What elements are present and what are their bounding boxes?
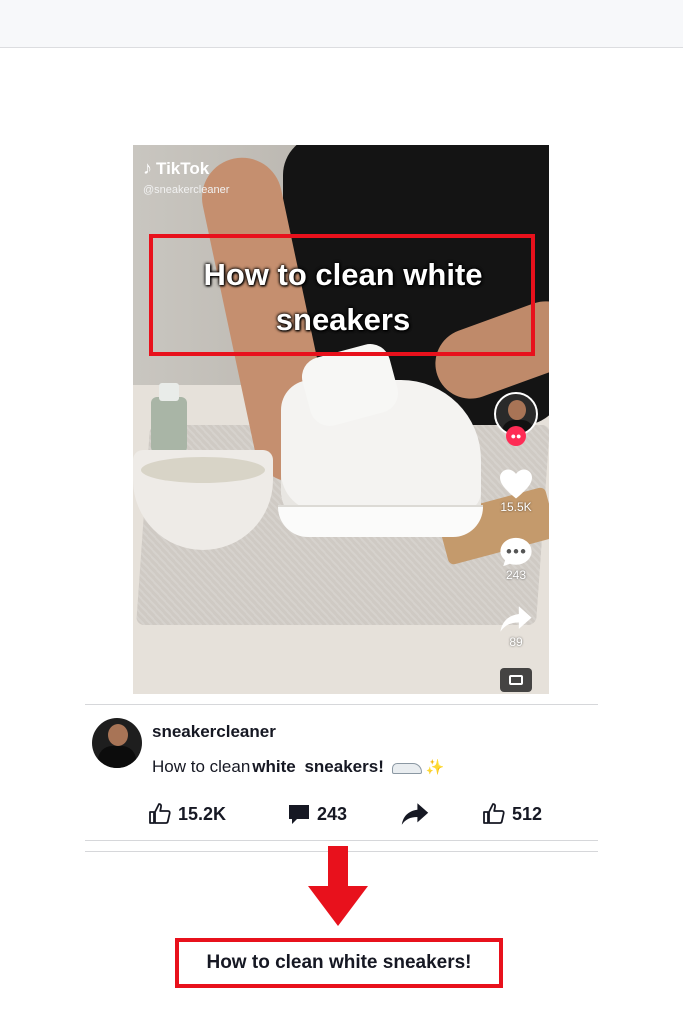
side-share-button[interactable]: 89 (491, 603, 541, 649)
post-extra-button[interactable]: 512 (482, 802, 542, 826)
share-arrow-icon (401, 803, 429, 825)
result-highlight-box: How to clean white sneakers! (175, 938, 503, 988)
post-like-count: 15.2K (178, 803, 227, 824)
side-like-button[interactable]: 15.5K (491, 468, 541, 514)
divider-bottom-1 (85, 840, 598, 841)
post-share-button[interactable] (400, 802, 430, 826)
down-arrow-icon (308, 886, 368, 926)
tiktok-note-icon: ♪ (143, 158, 152, 178)
down-arrow-shaft (328, 846, 348, 888)
tiktok-logo: ♪ TikTok (143, 158, 209, 179)
side-like-count: 15.5K (500, 500, 532, 514)
post-like-button[interactable]: 15.2K (148, 802, 226, 826)
divider-top (85, 704, 598, 705)
share-icon (500, 606, 532, 632)
video-caption: How to clean white sneakers (203, 257, 483, 337)
comment-bubble-icon (289, 805, 309, 824)
heart-icon (500, 469, 532, 499)
tiktok-video-player[interactable]: ♪ TikTok @sneakercleaner How to clean wh… (133, 145, 549, 694)
tiktok-brand-text: TikTok (156, 158, 210, 178)
side-share-count: 89 (509, 635, 523, 649)
post-comment-button[interactable]: 243 (287, 802, 347, 826)
thumbs-up-outline-icon (483, 803, 505, 824)
captions-icon (509, 675, 523, 685)
side-comment-button[interactable]: 243 (491, 536, 541, 582)
bottle-image (151, 397, 187, 453)
post-description: How to clean white sneakers! ✨ (152, 757, 445, 776)
post-username[interactable]: sneakercleaner (152, 722, 276, 742)
post-avatar[interactable] (92, 718, 142, 768)
comment-icon (500, 537, 532, 567)
thumbs-up-icon (149, 803, 171, 824)
result-title: How to clean white sneakers! (206, 952, 472, 973)
browser-top-bar (0, 0, 683, 48)
sparkles-emoji-icon: ✨ (425, 759, 445, 776)
captions-button[interactable] (500, 668, 532, 692)
follow-icon[interactable]: ●● (506, 426, 526, 446)
sneaker-emoji-icon (390, 758, 424, 776)
post-extra-count: 512 (512, 803, 543, 824)
side-comment-count: 243 (505, 568, 527, 582)
video-handle: @sneakercleaner (143, 184, 230, 196)
post-comment-count: 243 (317, 803, 348, 824)
